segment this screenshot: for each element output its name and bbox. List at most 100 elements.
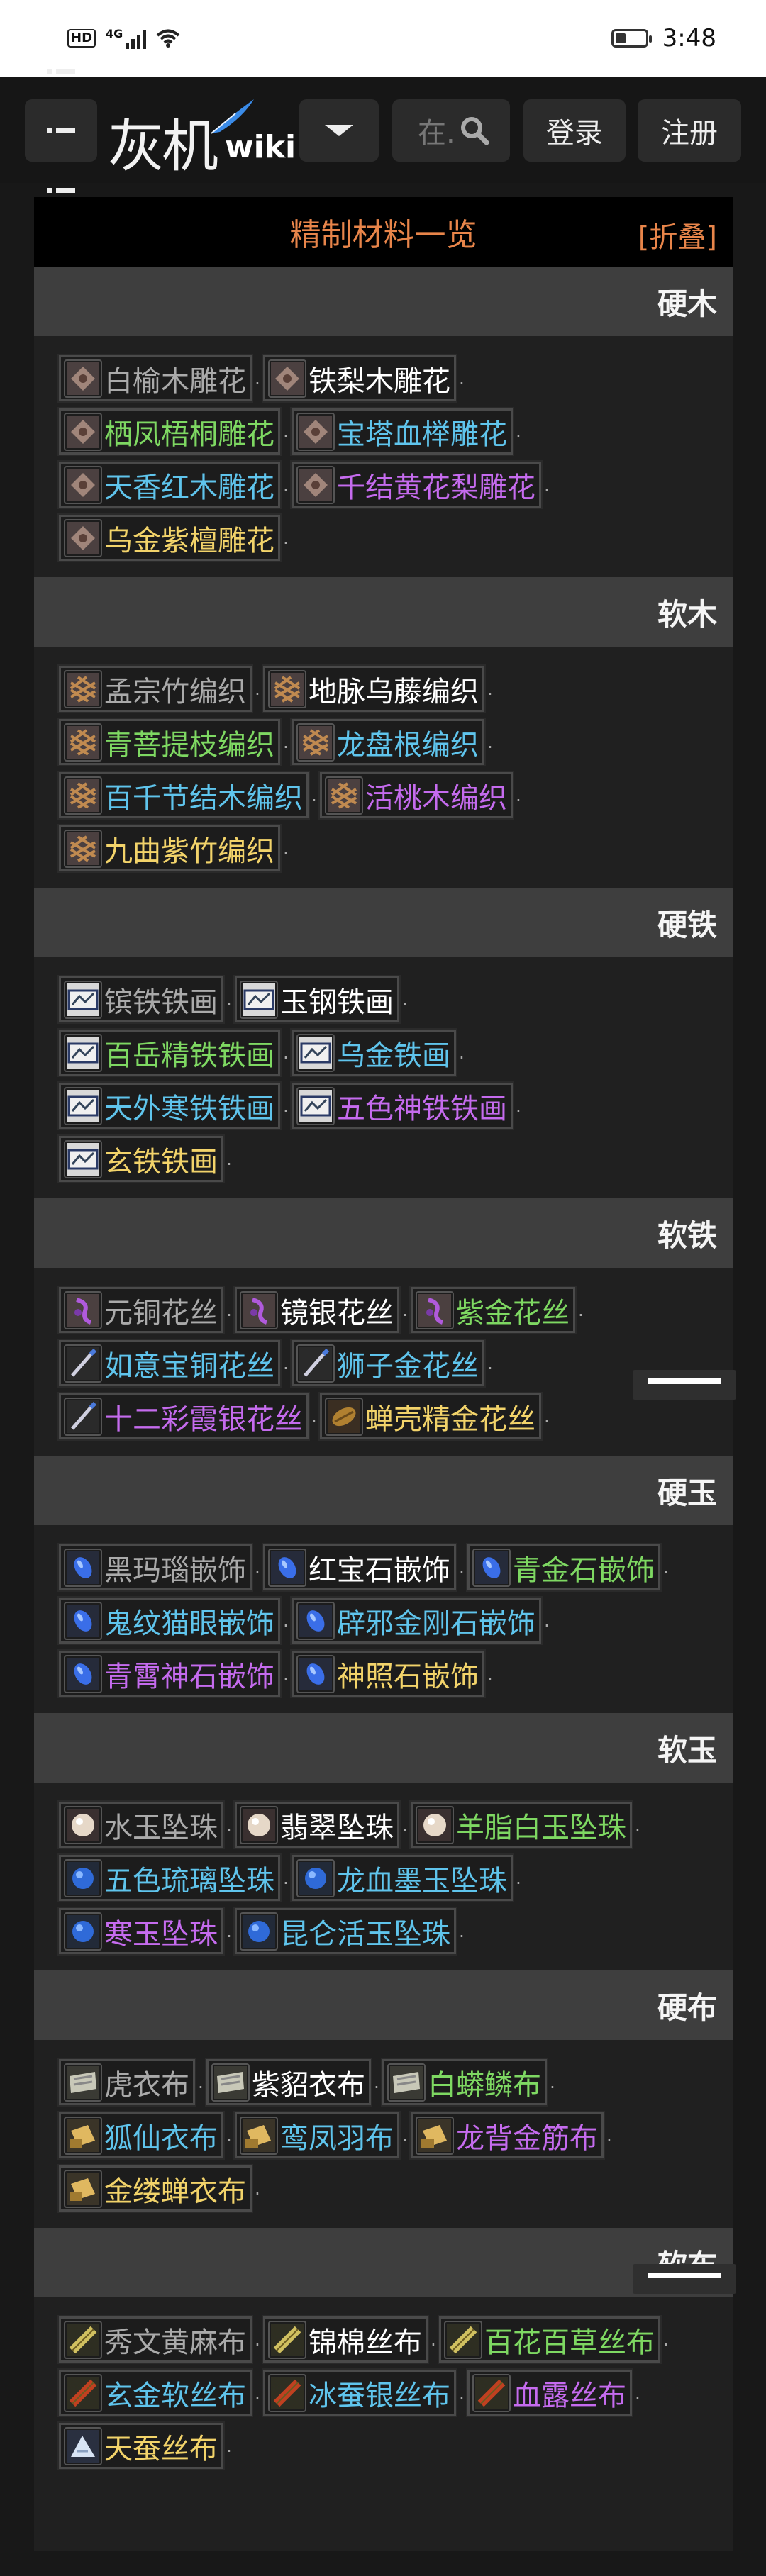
material-item[interactable]: 鸾凤羽布: [233, 2111, 401, 2160]
silk-roll-icon: [268, 2320, 306, 2359]
separator-dot: ·: [544, 1411, 550, 1432]
material-name: 百岳精铁铁画: [104, 1039, 274, 1072]
material-item[interactable]: 九曲紫竹编织: [57, 824, 282, 873]
material-item[interactable]: 秀文黄麻布: [57, 2315, 253, 2364]
item-row: 青霄神石嵌饰 · 神照石嵌饰 ·: [57, 1647, 733, 1700]
material-item[interactable]: 狐仙衣布: [57, 2111, 225, 2160]
material-item[interactable]: 冰蚕银丝布: [262, 2368, 457, 2417]
site-logo[interactable]: 灰机 wiki: [108, 96, 296, 179]
material-name: 玄金软丝布: [104, 2379, 246, 2412]
material-name: 冰蚕银丝布: [309, 2379, 450, 2412]
material-item[interactable]: 青霄神石嵌饰: [57, 1649, 282, 1698]
material-item[interactable]: 蝉壳精金花丝: [318, 1392, 543, 1441]
material-item[interactable]: 白蟒鳞布: [381, 2058, 548, 2107]
weaving-icon: [64, 776, 102, 815]
material-item[interactable]: 红宝石嵌饰: [262, 1543, 457, 1592]
material-name: 十二彩霞银花丝: [104, 1403, 303, 1436]
gem-inlay-icon: [296, 1654, 335, 1693]
material-item[interactable]: 铁梨木雕花: [262, 354, 457, 403]
material-item[interactable]: 栖凤梧桐雕花: [57, 407, 282, 456]
material-item[interactable]: 天蚕丝布: [57, 2421, 225, 2470]
material-item[interactable]: 孟宗竹编织: [57, 664, 253, 713]
material-name: 鸾凤羽布: [280, 2121, 394, 2155]
material-item[interactable]: 龙血墨玉坠珠: [290, 1853, 514, 1902]
material-name: 五色琉璃坠珠: [104, 1864, 274, 1897]
material-name: 如意宝铜花丝: [104, 1349, 274, 1383]
material-item[interactable]: 鬼纹猫眼嵌饰: [57, 1596, 282, 1645]
material-item[interactable]: 千结黄花梨雕花: [290, 460, 543, 509]
material-item[interactable]: 紫貂衣布: [205, 2058, 372, 2107]
material-item[interactable]: 地脉乌藤编织: [262, 664, 486, 713]
material-item[interactable]: 辟邪金刚石嵌饰: [290, 1596, 543, 1645]
material-item[interactable]: 元铜花丝: [57, 1286, 225, 1334]
floating-scroll-handle-lower[interactable]: [633, 2264, 736, 2294]
material-item[interactable]: 镜银花丝: [233, 1286, 401, 1334]
material-item[interactable]: 神照石嵌饰: [290, 1649, 486, 1698]
material-item[interactable]: 昆仑活玉坠珠: [233, 1907, 457, 1956]
material-item[interactable]: 百千节结木编织: [57, 771, 310, 820]
material-item[interactable]: 五色琉璃坠珠: [57, 1853, 282, 1902]
material-item[interactable]: 紫金花丝: [409, 1286, 577, 1334]
material-item[interactable]: 十二彩霞银花丝: [57, 1392, 310, 1441]
material-item[interactable]: 五色神铁铁画: [290, 1081, 514, 1130]
item-row: 百岳精铁铁画 · 乌金铁画 ·: [57, 1026, 733, 1079]
search-box[interactable]: 在.: [392, 99, 510, 162]
material-item[interactable]: 天香红木雕花: [57, 460, 282, 509]
material-name: 百花百草丝布: [484, 2326, 655, 2359]
battery-icon: [611, 29, 652, 48]
material-item[interactable]: 乌金紫檀雕花: [57, 513, 282, 562]
section-header: 软铁: [34, 1198, 733, 1268]
material-item[interactable]: 镔铁铁画: [57, 975, 225, 1024]
material-item[interactable]: 羊脂白玉坠珠: [409, 1800, 633, 1849]
material-item[interactable]: 狮子金花丝: [290, 1339, 486, 1388]
silk-roll-icon: [268, 2373, 306, 2412]
register-button[interactable]: 注册: [638, 99, 741, 162]
material-item[interactable]: 天外寒铁铁画: [57, 1081, 282, 1130]
separator-dot: ·: [226, 1154, 232, 1174]
material-item[interactable]: 百岳精铁铁画: [57, 1028, 282, 1077]
login-button[interactable]: 登录: [523, 99, 626, 162]
fold-toggle[interactable]: [折叠]: [638, 214, 717, 255]
menu-button[interactable]: [25, 68, 97, 193]
material-item[interactable]: 活桃木编织: [318, 771, 514, 820]
material-item[interactable]: 如意宝铜花丝: [57, 1339, 282, 1388]
search-placeholder: 在.: [418, 117, 455, 150]
material-item[interactable]: 乌金铁画: [290, 1028, 457, 1077]
material-item[interactable]: 血露丝布: [466, 2368, 633, 2417]
material-name: 水玉坠珠: [104, 1811, 218, 1844]
iron-painting-icon: [64, 1139, 102, 1178]
material-item[interactable]: 龙背金筋布: [409, 2111, 605, 2160]
item-row: 天外寒铁铁画 · 五色神铁铁画 ·: [57, 1079, 733, 1132]
material-item[interactable]: 黑玛瑙嵌饰: [57, 1543, 253, 1592]
material-item[interactable]: 虎衣布: [57, 2058, 196, 2107]
material-item[interactable]: 玄铁铁画: [57, 1134, 225, 1183]
material-name: 元铜花丝: [104, 1296, 218, 1329]
item-row: 元铜花丝 · 镜银花丝 · 紫金花丝 ·: [57, 1283, 733, 1337]
dropdown-button[interactable]: [299, 99, 379, 162]
material-item[interactable]: 翡翠坠珠: [233, 1800, 401, 1849]
material-item[interactable]: 玄金软丝布: [57, 2368, 253, 2417]
material-item[interactable]: 水玉坠珠: [57, 1800, 225, 1849]
material-item[interactable]: 玉钢铁画: [233, 975, 401, 1024]
material-item[interactable]: 金缕蝉衣布: [57, 2164, 253, 2213]
item-row: 天蚕丝布 ·: [57, 2419, 733, 2472]
item-row: 白榆木雕花 · 铁梨木雕花 ·: [57, 352, 733, 405]
floating-scroll-handle[interactable]: [633, 1370, 736, 1400]
material-name: 乌金铁画: [337, 1039, 450, 1072]
material-name: 虎衣布: [104, 2068, 189, 2102]
filigree-icon: [64, 1290, 102, 1329]
material-item[interactable]: 宝塔血榉雕花: [290, 407, 514, 456]
material-name: 白蟒鳞布: [428, 2068, 541, 2102]
material-item[interactable]: 锦棉丝布: [262, 2315, 429, 2364]
material-item[interactable]: 寒玉坠珠: [57, 1907, 225, 1956]
search-icon: [460, 117, 489, 145]
material-item[interactable]: 百花百草丝布: [438, 2315, 662, 2364]
material-item[interactable]: 青菩提枝编织: [57, 718, 282, 766]
material-item[interactable]: 青金石嵌饰: [466, 1543, 662, 1592]
separator-dot: ·: [255, 2334, 260, 2355]
gem-inlay-icon: [296, 1601, 335, 1640]
cloth-roll-icon: [64, 2169, 102, 2208]
material-item[interactable]: 白榆木雕花: [57, 354, 253, 403]
material-item[interactable]: 龙盘根编织: [290, 718, 486, 766]
separator-dot: ·: [283, 1873, 289, 1893]
